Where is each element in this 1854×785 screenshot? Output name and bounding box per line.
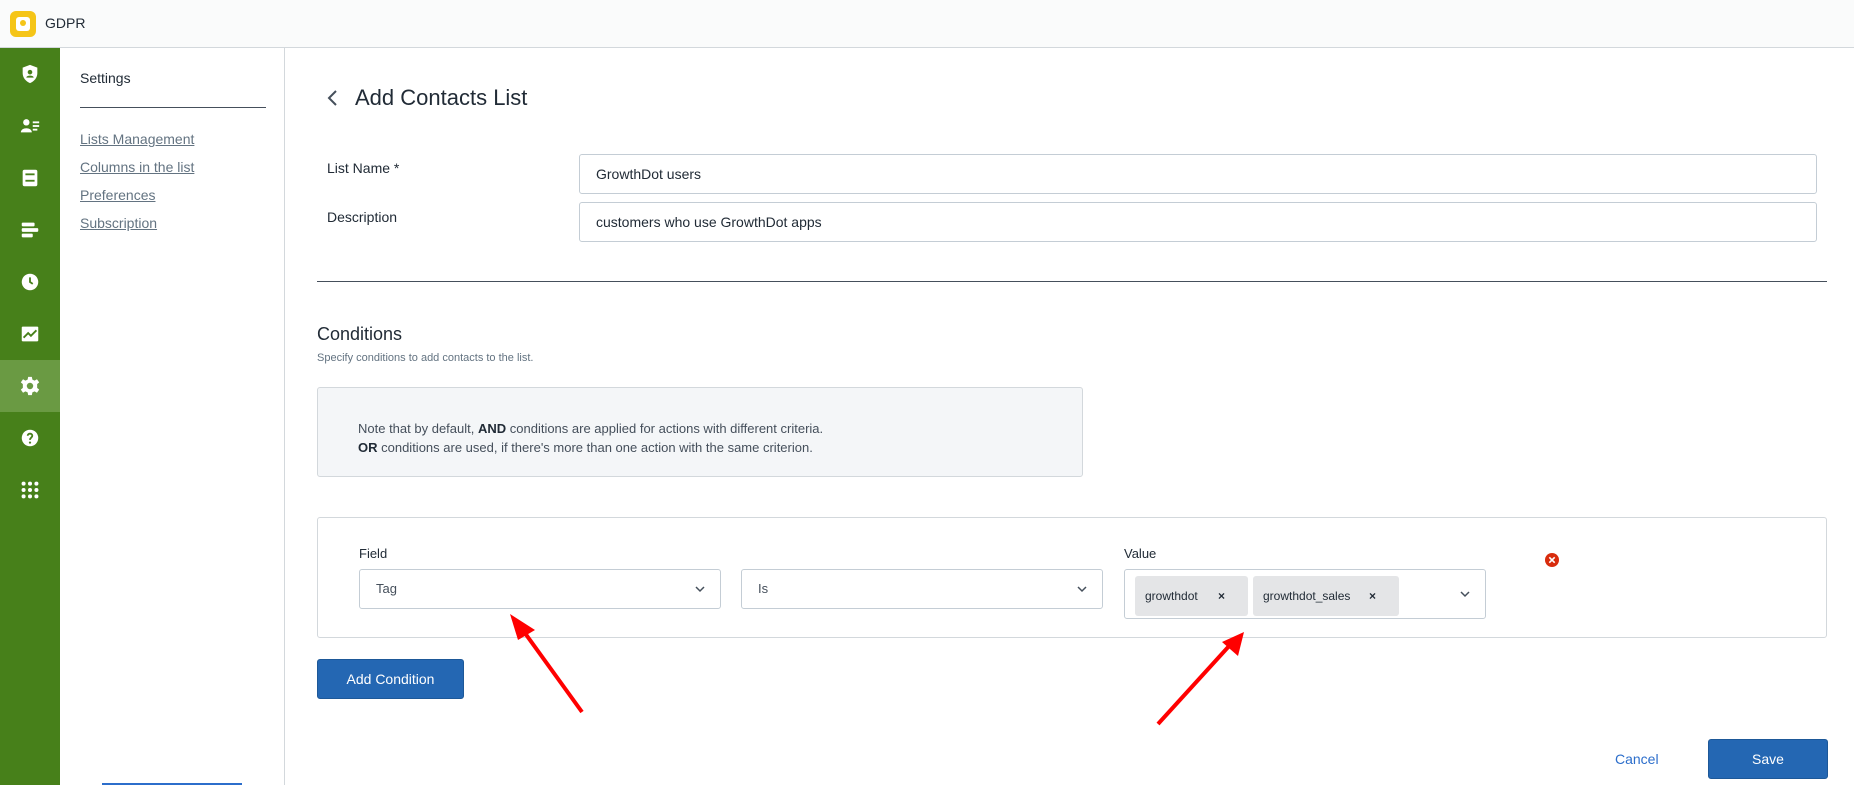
subnav-link-subscription[interactable]: Subscription <box>80 215 157 231</box>
tag-chip-label: growthdot_sales <box>1263 589 1351 603</box>
rail-shield-icon[interactable] <box>0 48 60 100</box>
add-condition-button[interactable]: Add Condition <box>317 659 464 699</box>
contacts-icon <box>20 119 40 133</box>
clock-icon <box>21 273 39 291</box>
note-line-1: Note that by default, AND conditions are… <box>358 421 824 436</box>
value-multiselect[interactable]: growthdot × growthdot_sales × <box>1124 569 1486 619</box>
rail-chart-icon[interactable] <box>0 308 60 360</box>
subnav-divider <box>80 107 266 108</box>
field-label: Field <box>359 546 388 561</box>
chevron-down-icon <box>1460 591 1470 598</box>
chevron-down-icon <box>1077 586 1087 593</box>
shield-icon <box>22 64 38 84</box>
conditions-subtitle: Specify conditions to add contacts to th… <box>317 352 534 364</box>
remove-condition-icon[interactable] <box>1544 552 1560 568</box>
back-arrow-icon[interactable] <box>325 86 341 110</box>
description-input[interactable] <box>579 202 1817 242</box>
tag-chip-growthdot: growthdot × <box>1135 576 1248 616</box>
tag-chip-growthdot-sales: growthdot_sales × <box>1253 576 1399 616</box>
value-label: Value <box>1124 546 1157 561</box>
list-name-label: List Name * <box>327 160 400 176</box>
list-icon <box>21 222 39 238</box>
conditions-note: Note that by default, AND conditions are… <box>317 387 1083 477</box>
top-bar: GDPR <box>0 0 1854 48</box>
operator-select[interactable]: Is <box>741 569 1103 609</box>
help-icon <box>21 429 39 447</box>
chip-remove-icon[interactable]: × <box>1218 576 1225 616</box>
chip-remove-icon[interactable]: × <box>1369 576 1376 616</box>
main-content: Add Contacts List List Name * Descriptio… <box>285 48 1854 785</box>
rail-list-icon[interactable] <box>0 204 60 256</box>
rail-gear-icon[interactable] <box>0 360 60 412</box>
conditions-title: Conditions <box>317 324 403 344</box>
subnav-link-preferences[interactable]: Preferences <box>80 187 155 203</box>
tag-chip-label: growthdot <box>1145 589 1198 603</box>
gear-icon <box>20 376 40 396</box>
rail-clock-icon[interactable] <box>0 256 60 308</box>
apps-grid-icon <box>21 481 39 499</box>
save-button[interactable]: Save <box>1708 739 1828 779</box>
rail-inbox-icon[interactable] <box>0 152 60 204</box>
subnav-link-lists-management[interactable]: Lists Management <box>80 131 194 147</box>
section-divider <box>317 281 1827 282</box>
chart-icon <box>21 326 39 342</box>
rail-help-icon[interactable] <box>0 412 60 464</box>
inbox-icon <box>22 169 38 187</box>
description-label: Description <box>327 209 398 225</box>
note-line-2: OR conditions are used, if there's more … <box>358 440 813 455</box>
operator-select-value: Is <box>758 581 769 596</box>
field-select-value: Tag <box>376 581 397 596</box>
settings-subnav: Settings Lists Management Columns in the… <box>60 48 285 785</box>
page-title: Add Contacts List <box>355 85 528 110</box>
subnav-title: Settings <box>80 70 131 86</box>
rail-contacts-icon[interactable] <box>0 100 60 152</box>
app-title: GDPR <box>45 15 86 31</box>
icon-rail <box>0 48 60 785</box>
rail-apps-icon[interactable] <box>0 464 60 516</box>
chevron-down-icon <box>695 586 705 593</box>
cancel-button[interactable]: Cancel <box>1615 751 1659 767</box>
app-logo-icon <box>10 11 36 37</box>
field-select[interactable]: Tag <box>359 569 721 609</box>
subnav-link-columns[interactable]: Columns in the list <box>80 159 194 175</box>
list-name-input[interactable] <box>579 154 1817 194</box>
condition-row: Field Tag Is Value growthdot × growthdot… <box>317 517 1827 638</box>
